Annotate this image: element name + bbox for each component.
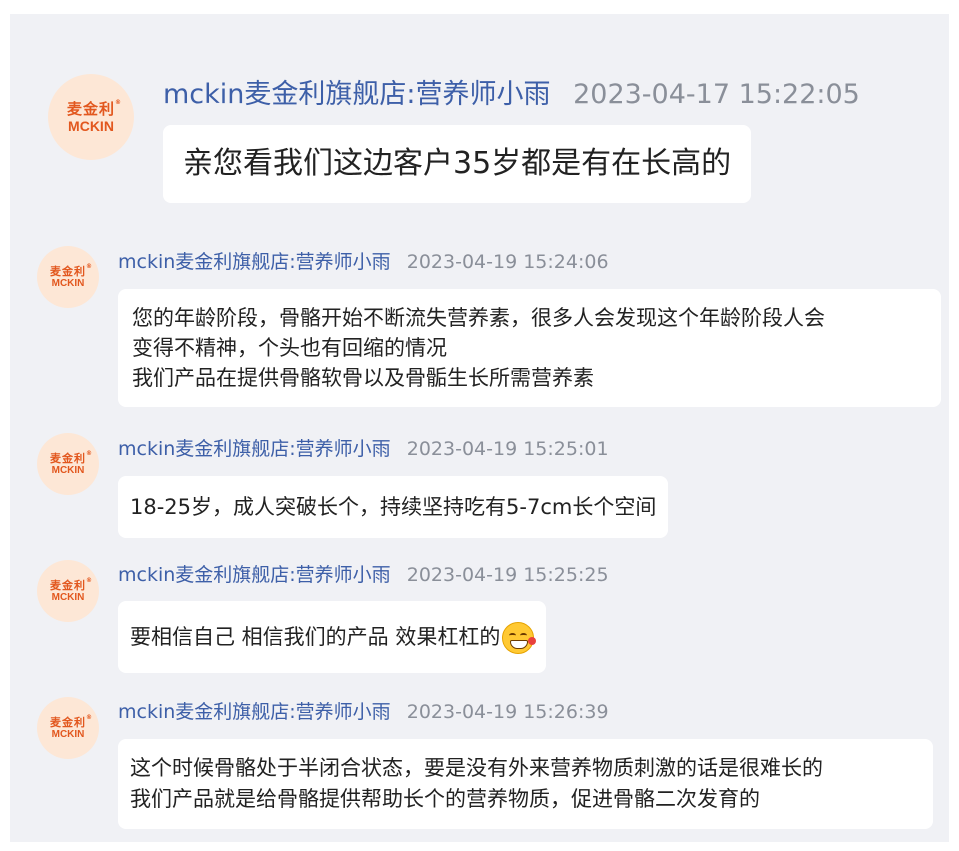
- avatar-logo-en: MCKIN: [51, 464, 85, 476]
- message-text-line: 您的年龄阶段，骨骼开始不断流失营养素，很多人会发现这个年龄阶段人会: [132, 306, 825, 330]
- message-bubble[interactable]: 您的年龄阶段，骨骼开始不断流失营养素，很多人会发现这个年龄阶段人会 变得不精神，…: [118, 289, 941, 407]
- avatar-logo-en: MCKIN: [68, 117, 114, 134]
- message-bubble[interactable]: 18-25岁，成人突破长个，持续坚持吃有5-7cm长个空间: [118, 476, 669, 538]
- sender-name[interactable]: mckin麦金利旗舰店:营养师小雨: [118, 251, 391, 273]
- sender-name[interactable]: mckin麦金利旗舰店:营养师小雨: [118, 701, 391, 723]
- avatar[interactable]: 麦金利 ® MCKIN: [48, 74, 134, 160]
- message-text: 亲您看我们这边客户35岁都是有在长高的: [183, 146, 732, 181]
- avatar-logo-cn: 麦金利 ®: [50, 449, 92, 465]
- message-meta: mckin麦金利旗舰店:营养师小雨 2023-04-19 15:24:06: [118, 247, 609, 274]
- message-meta: mckin麦金利旗舰店:营养师小雨 2023-04-19 15:25:01: [118, 434, 609, 461]
- message-text-line: 我们产品在提供骨骼软骨以及骨骺生长所需营养素: [132, 366, 594, 390]
- avatar-logo-en: MCKIN: [51, 591, 85, 603]
- message-text-line: 我们产品就是给骨骼提供帮助长个的营养物质，促进骨骼二次发育的: [130, 787, 760, 811]
- message-bubble[interactable]: 亲您看我们这边客户35岁都是有在长高的: [163, 125, 752, 203]
- message-time: 2023-04-17 15:22:05: [573, 79, 860, 110]
- message-time: 2023-04-19 15:26:39: [406, 701, 609, 723]
- avatar[interactable]: 麦金利 ® MCKIN: [37, 560, 99, 622]
- avatar-logo-cn: 麦金利 ®: [50, 713, 92, 729]
- avatar-logo-en: MCKIN: [51, 277, 85, 289]
- avatar[interactable]: 麦金利 ® MCKIN: [37, 697, 99, 759]
- message-meta: mckin麦金利旗舰店:营养师小雨 2023-04-17 15:22:05: [163, 72, 860, 111]
- message-time: 2023-04-19 15:24:06: [406, 251, 609, 273]
- message-meta: mckin麦金利旗舰店:营养师小雨 2023-04-19 15:25:25: [118, 560, 609, 587]
- avatar-logo-cn: 麦金利 ®: [50, 576, 92, 592]
- message-text-line: 这个时候骨骼处于半闭合状态，要是没有外来营养物质刺激的话是很难长的: [130, 756, 823, 780]
- grinning-face-icon: [502, 622, 537, 654]
- message-text: 18-25岁，成人突破长个，持续坚持吃有5-7cm长个空间: [130, 495, 657, 519]
- message-text-line: 变得不精神，个头也有回缩的情况: [132, 336, 447, 360]
- avatar-logo-cn: 麦金利 ®: [50, 262, 92, 278]
- message-bubble[interactable]: 要相信自己 相信我们的产品 效果杠杠的: [118, 601, 547, 673]
- sender-name[interactable]: mckin麦金利旗舰店:营养师小雨: [118, 438, 391, 460]
- message-time: 2023-04-19 15:25:01: [406, 438, 609, 460]
- sender-name[interactable]: mckin麦金利旗舰店:营养师小雨: [163, 79, 551, 110]
- message-time: 2023-04-19 15:25:25: [406, 564, 609, 586]
- message-meta: mckin麦金利旗舰店:营养师小雨 2023-04-19 15:26:39: [118, 697, 609, 724]
- sender-name[interactable]: mckin麦金利旗舰店:营养师小雨: [118, 564, 391, 586]
- message-bubble[interactable]: 这个时候骨骼处于半闭合状态，要是没有外来营养物质刺激的话是很难长的 我们产品就是…: [118, 739, 933, 829]
- avatar[interactable]: 麦金利 ® MCKIN: [37, 246, 99, 308]
- avatar[interactable]: 麦金利 ® MCKIN: [37, 433, 99, 495]
- avatar-logo-en: MCKIN: [51, 728, 85, 740]
- avatar-logo-cn: 麦金利 ®: [66, 98, 121, 118]
- chat-panel: 麦金利 ® MCKIN mckin麦金利旗舰店:营养师小雨 2023-04-17 …: [10, 14, 949, 842]
- message-text: 要相信自己 相信我们的产品 效果杠杠的: [130, 625, 501, 649]
